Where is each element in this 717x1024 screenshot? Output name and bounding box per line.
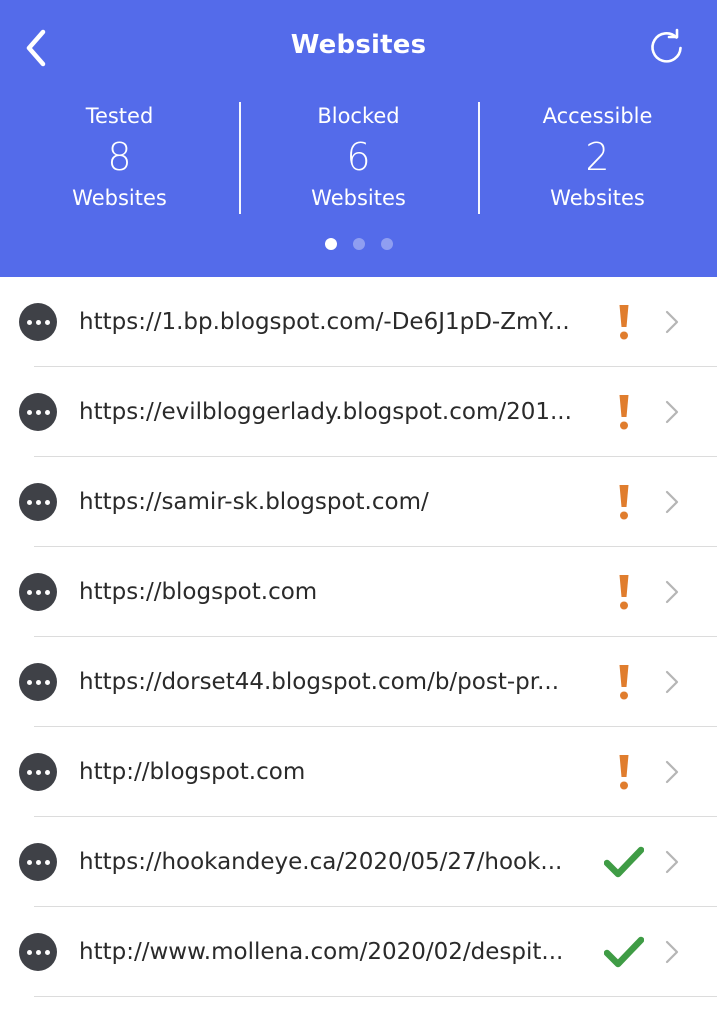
checkmark-icon: [596, 932, 652, 972]
refresh-button[interactable]: [643, 24, 691, 72]
chevron-right-icon[interactable]: [660, 305, 684, 339]
stat-unit: Websites: [311, 186, 406, 210]
stat-unit: Websites: [72, 186, 167, 210]
page-indicator[interactable]: [0, 238, 717, 250]
website-row[interactable]: https://hookandeye.ca/2020/05/27/hook...: [0, 817, 717, 907]
stat-blocked: Blocked 6 Websites: [239, 100, 478, 216]
stat-label: Blocked: [317, 104, 400, 128]
website-url: https://dorset44.blogspot.com/b/post-pr.…: [79, 669, 560, 695]
website-url: http://www.mollena.com/2020/02/despit...: [79, 939, 564, 965]
chevron-right-icon[interactable]: [660, 575, 684, 609]
header-bar: Websites Tested 8 Websites Blocked 6 Web…: [0, 0, 717, 277]
exclamation-icon: [596, 752, 652, 792]
checkmark-icon: [596, 842, 652, 882]
exclamation-icon: [596, 392, 652, 432]
exclamation-icon: [596, 662, 652, 702]
stat-unit: Websites: [550, 186, 645, 210]
stat-value: 6: [346, 135, 371, 179]
chevron-right-icon[interactable]: [660, 845, 684, 879]
website-row[interactable]: http://www.mollena.com/2020/02/despit...: [0, 907, 717, 997]
chevron-right-icon[interactable]: [660, 755, 684, 789]
more-horizontal-icon[interactable]: [19, 663, 57, 701]
website-url: https://samir-sk.blogspot.com/: [79, 489, 429, 515]
website-row[interactable]: https://evilbloggerlady.blogspot.com/201…: [0, 367, 717, 457]
website-row[interactable]: https://blogspot.com: [0, 547, 717, 637]
chevron-right-icon[interactable]: [660, 485, 684, 519]
stat-accessible: Accessible 2 Websites: [478, 100, 717, 216]
website-url: https://blogspot.com: [79, 579, 318, 605]
more-horizontal-icon[interactable]: [19, 573, 57, 611]
chevron-right-icon[interactable]: [660, 935, 684, 969]
stat-label: Accessible: [542, 104, 653, 128]
more-horizontal-icon[interactable]: [19, 933, 57, 971]
website-url: http://blogspot.com: [79, 759, 306, 785]
stat-value: 2: [585, 135, 610, 179]
more-horizontal-icon[interactable]: [19, 393, 57, 431]
page-dot[interactable]: [380, 238, 393, 250]
exclamation-icon: [596, 302, 652, 342]
exclamation-icon: [596, 572, 652, 612]
website-list: https://1.bp.blogspot.com/-De6J1pD-ZmY..…: [0, 277, 717, 997]
page-dot[interactable]: [324, 238, 337, 250]
website-url: https://evilbloggerlady.blogspot.com/201…: [79, 399, 572, 425]
more-horizontal-icon[interactable]: [19, 843, 57, 881]
refresh-icon: [651, 28, 682, 63]
website-url: https://hookandeye.ca/2020/05/27/hook...: [79, 849, 563, 875]
chevron-right-icon[interactable]: [660, 395, 684, 429]
page-title: Websites: [290, 30, 427, 60]
chevron-right-icon[interactable]: [660, 665, 684, 699]
page-dot[interactable]: [352, 238, 365, 250]
stat-tested: Tested 8 Websites: [0, 100, 239, 216]
more-horizontal-icon[interactable]: [19, 303, 57, 341]
website-row[interactable]: http://blogspot.com: [0, 727, 717, 817]
exclamation-icon: [596, 482, 652, 522]
stat-label: Tested: [85, 104, 154, 128]
stat-value: 8: [107, 135, 132, 179]
more-horizontal-icon[interactable]: [19, 753, 57, 791]
website-row[interactable]: https://1.bp.blogspot.com/-De6J1pD-ZmY..…: [0, 277, 717, 367]
stats-summary: Tested 8 Websites Blocked 6 Websites Acc…: [0, 100, 717, 216]
website-row[interactable]: https://samir-sk.blogspot.com/: [0, 457, 717, 547]
website-row[interactable]: https://dorset44.blogspot.com/b/post-pr.…: [0, 637, 717, 727]
more-horizontal-icon[interactable]: [19, 483, 57, 521]
website-url: https://1.bp.blogspot.com/-De6J1pD-ZmY..…: [79, 309, 570, 335]
